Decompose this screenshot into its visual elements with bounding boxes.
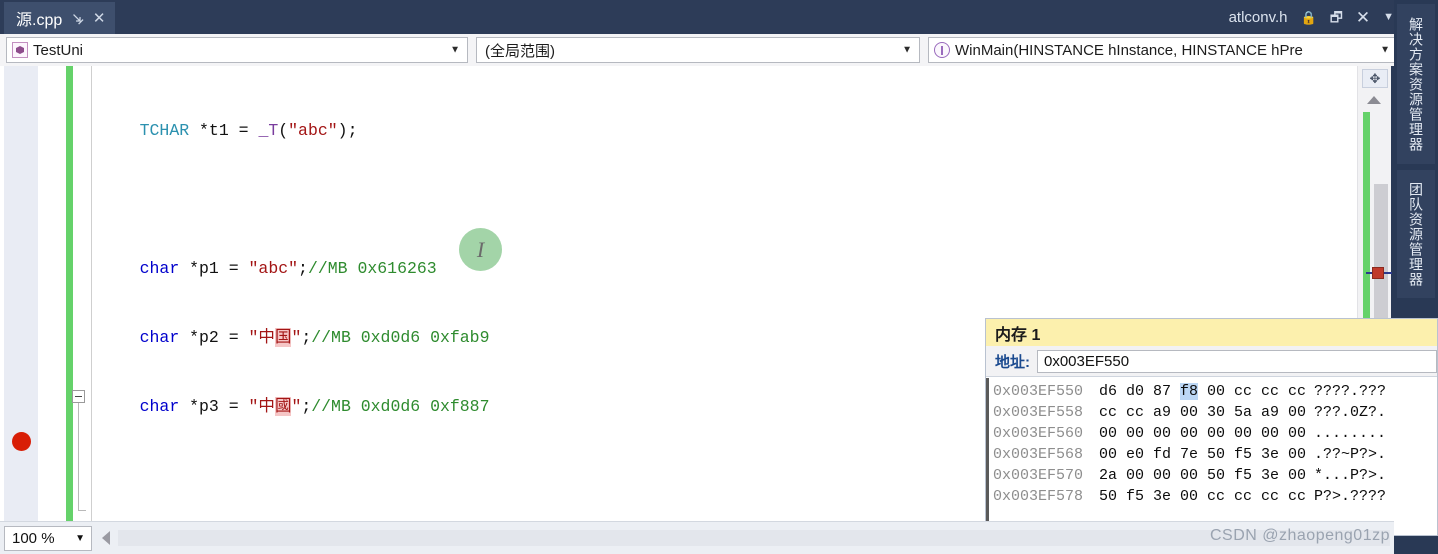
memory-offset: 0x003EF568 [993, 446, 1084, 463]
chevron-down-icon[interactable]: ▼ [75, 533, 85, 544]
split-view-icon[interactable]: ✥ [1362, 69, 1388, 88]
memory-address-row: 地址: 0x003EF550 [986, 346, 1437, 377]
chevron-down-icon[interactable]: ▼ [1383, 11, 1394, 23]
chevron-down-icon[interactable]: ▼ [902, 45, 912, 56]
method-icon [934, 42, 950, 58]
chevron-down-icon[interactable]: ▼ [450, 45, 460, 56]
memory-hex: 00 e0 fd 7e 50 f5 3e 00 [1099, 446, 1307, 463]
fold-range-line [78, 403, 79, 510]
close-icon[interactable]: ✕ [1356, 9, 1370, 26]
memory-window-title: 内存 1 [986, 319, 1437, 346]
memory-row: 0x003EF558 cc cc a9 00 30 5a a9 00 ???.0… [986, 402, 1437, 423]
memory-hex: 00 00 00 00 00 00 00 00 [1099, 425, 1307, 442]
memory-pane-edge [986, 378, 989, 536]
chevron-down-icon[interactable]: ▼ [1380, 45, 1390, 56]
memory-window[interactable]: 内存 1 地址: 0x003EF550 0x003EF550 d6 d0 87 … [985, 318, 1438, 536]
scope-dropdown-label: (全局范围) [485, 42, 555, 60]
memory-row: 0x003EF560 00 00 00 00 00 00 00 00 .....… [986, 423, 1437, 444]
rail-tab-label: 解决方案资源管理器 [1408, 16, 1424, 152]
editor-navigation-bar: TestUni ▼ (全局范围) ▼ WinMain(HINSTANCE hIn… [0, 34, 1438, 66]
memory-address-input[interactable]: 0x003EF550 [1037, 349, 1437, 373]
collapse-icon[interactable] [72, 390, 85, 403]
fold-margin [74, 66, 92, 521]
member-dropdown-label: WinMain(HINSTANCE hInstance, HINSTANCE h… [955, 41, 1303, 59]
memory-ascii: ........ [1314, 425, 1387, 442]
tab-strip-controls: atlconv.h 🔒 🗗 ✕ ▼ [1229, 0, 1394, 34]
document-tab-strip: 源.cpp ⇥ ✕ atlconv.h 🔒 🗗 ✕ ▼ [0, 0, 1438, 34]
memory-address-label: 地址: [995, 353, 1030, 371]
memory-offset: 0x003EF578 [993, 488, 1084, 505]
lock-icon[interactable]: 🔒 [1301, 11, 1317, 24]
memory-offset: 0x003EF550 [993, 383, 1084, 400]
memory-dump-body[interactable]: 0x003EF550 d6 d0 87 f8 00 cc cc cc ????.… [986, 377, 1437, 507]
document-tab-source-cpp[interactable]: 源.cpp ⇥ ✕ [4, 2, 116, 34]
memory-ascii: *...P?>. [1314, 467, 1387, 484]
memory-offset: 0x003EF570 [993, 467, 1084, 484]
horizontal-scrollbar[interactable] [118, 530, 1390, 546]
code-line: char *p1 = "abc";//MB 0x616263 [139, 259, 437, 278]
class-icon [12, 42, 28, 58]
memory-ascii: ????.??? [1314, 383, 1387, 400]
breakpoint-icon[interactable] [12, 432, 31, 451]
restore-window-icon[interactable]: 🗗 [1330, 10, 1343, 24]
memory-hex: 2a 00 00 00 50 f5 3e 00 [1099, 467, 1307, 484]
breakpoint-marker-icon[interactable] [1372, 267, 1384, 279]
rail-tab-label: 团队资源管理器 [1408, 181, 1424, 287]
zoom-level-dropdown[interactable]: 100 % ▼ [4, 525, 92, 551]
memory-hex: cc cc a9 00 30 5a a9 00 [1099, 404, 1307, 421]
memory-hex: 50 f5 3e 00 cc cc cc cc [1099, 488, 1307, 505]
close-icon[interactable]: ✕ [93, 11, 106, 26]
memory-offset: 0x003EF558 [993, 404, 1084, 421]
memory-offset: 0x003EF560 [993, 425, 1084, 442]
memory-row: 0x003EF578 50 f5 3e 00 cc cc cc cc P?>.?… [986, 486, 1437, 507]
memory-ascii: .??~P?>. [1314, 446, 1387, 463]
visual-studio-window: 源.cpp ⇥ ✕ atlconv.h 🔒 🗗 ✕ ▼ TestUni ▼ (全… [0, 0, 1438, 554]
fold-range-end [78, 510, 86, 511]
scroll-up-arrow-icon[interactable] [1367, 96, 1381, 104]
pin-icon[interactable]: ⇥ [67, 8, 88, 29]
memory-hex: d6 d0 87 f8 00 cc cc cc [1099, 383, 1307, 400]
zoom-level-label: 100 % [12, 529, 55, 547]
preview-tab-label: atlconv.h [1228, 8, 1288, 26]
memory-hex-selected: f8 [1180, 383, 1199, 400]
document-tab-label: 源.cpp [16, 12, 63, 29]
scroll-left-arrow-icon[interactable] [102, 531, 110, 545]
member-dropdown[interactable]: WinMain(HINSTANCE hInstance, HINSTANCE h… [928, 37, 1398, 63]
memory-row: 0x003EF550 d6 d0 87 f8 00 cc cc cc ????.… [986, 381, 1437, 402]
project-dropdown[interactable]: TestUni ▼ [6, 37, 468, 63]
memory-row: 0x003EF570 2a 00 00 00 50 f5 3e 00 *...P… [986, 465, 1437, 486]
scope-dropdown[interactable]: (全局范围) ▼ [476, 37, 920, 63]
rail-tab-team-explorer[interactable]: 团队资源管理器 [1397, 170, 1435, 298]
memory-ascii: P?>.???? [1314, 488, 1387, 505]
indicator-margin[interactable] [4, 66, 38, 521]
memory-ascii: ???.0Z?. [1314, 404, 1387, 421]
change-bar [66, 66, 73, 521]
code-line: TCHAR *t1 = _T("abc"); [139, 121, 358, 140]
editor-status-bar: 100 % ▼ [0, 521, 1394, 554]
memory-row: 0x003EF568 00 e0 fd 7e 50 f5 3e 00 .??~P… [986, 444, 1437, 465]
rail-tab-solution-explorer[interactable]: 解决方案资源管理器 [1397, 4, 1435, 164]
